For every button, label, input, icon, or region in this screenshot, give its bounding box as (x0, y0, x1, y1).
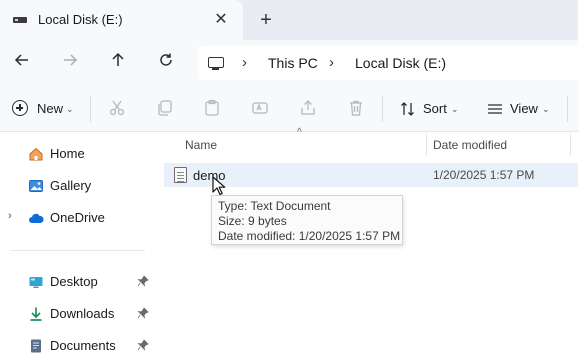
mouse-cursor-icon (212, 176, 226, 196)
chevron-down-icon: ⌄ (66, 104, 74, 114)
pin-icon[interactable] (137, 339, 149, 351)
tab-bar: Local Disk (E:) ✕ + (0, 0, 578, 40)
navigation-bar: › This PC › Local Disk (E:) (0, 40, 578, 86)
view-list-icon (488, 104, 502, 114)
tab-local-disk[interactable]: Local Disk (E:) ✕ (0, 0, 243, 40)
computer-icon (208, 57, 224, 70)
tooltip-type: Type: Text Document (218, 199, 331, 213)
sidebar-item-home[interactable]: Home (0, 140, 156, 168)
sidebar-item-label: Gallery (50, 178, 92, 193)
column-divider[interactable] (570, 134, 571, 156)
forward-icon[interactable] (57, 50, 83, 76)
sidebar-item-onedrive[interactable]: › OneDrive (0, 204, 156, 232)
chevron-down-icon: ⌄ (542, 104, 550, 114)
sidebar-item-gallery[interactable]: Gallery (0, 172, 156, 200)
chevron-right-icon[interactable]: › (242, 54, 247, 71)
sidebar-item-label: Documents (50, 338, 116, 353)
sidebar-item-label: Downloads (50, 306, 115, 321)
close-icon[interactable]: ✕ (212, 11, 230, 29)
delete-icon[interactable] (346, 99, 366, 119)
sidebar-item-desktop[interactable]: Desktop (0, 268, 156, 296)
file-tooltip: Type: Text Document Size: 9 bytes Date m… (211, 195, 403, 245)
divider (10, 250, 145, 251)
new-tab-icon[interactable]: + (256, 10, 276, 30)
drive-icon (13, 17, 27, 23)
sort-label: Sort (423, 101, 447, 116)
copy-icon[interactable] (155, 99, 175, 119)
chevron-down-icon: ⌄ (451, 104, 459, 114)
command-bar: New ⌄ Sort ⌄ View ⌄ (0, 86, 578, 132)
chevron-right-icon[interactable]: › (329, 54, 334, 71)
home-icon (28, 146, 44, 162)
new-label: New (37, 101, 64, 116)
tooltip-size: Size: 9 bytes (218, 214, 287, 228)
sort-button[interactable]: Sort ⌄ (398, 98, 462, 120)
cut-icon[interactable] (107, 99, 127, 119)
pin-icon[interactable] (137, 275, 149, 287)
navigation-pane: Home Gallery › OneDrive Desktop Download… (0, 132, 156, 363)
sidebar-item-downloads[interactable]: Downloads (0, 300, 156, 328)
back-icon[interactable] (9, 50, 35, 76)
column-header-date-modified[interactable]: Date modified (433, 138, 507, 152)
paste-icon[interactable] (202, 99, 222, 119)
file-list: ^ Name Date modified demo 1/20/2025 1:57… (156, 127, 578, 363)
column-header-name[interactable]: Name (185, 138, 217, 152)
sidebar-item-documents[interactable]: Documents (0, 332, 156, 360)
chevron-right-icon[interactable]: › (8, 210, 12, 222)
tooltip-date: Date modified: 1/20/2025 1:57 PM (218, 229, 401, 243)
documents-folder-icon (28, 338, 44, 354)
rename-icon[interactable] (250, 99, 270, 119)
plus-circle-icon (12, 100, 28, 116)
text-document-icon (174, 167, 187, 183)
sidebar-item-label: Home (50, 146, 85, 161)
tab-title: Local Disk (E:) (38, 12, 123, 27)
desktop-folder-icon (28, 274, 44, 290)
sidebar-item-label: Desktop (50, 274, 98, 289)
divider (567, 96, 568, 122)
cloud-icon (28, 210, 44, 226)
breadcrumb-local-disk[interactable]: Local Disk (E:) (355, 55, 446, 71)
column-divider[interactable] (426, 134, 427, 156)
sidebar-item-label: OneDrive (50, 210, 105, 225)
view-button[interactable]: View ⌄ (485, 98, 553, 120)
file-row[interactable]: demo 1/20/2025 1:57 PM (164, 163, 578, 187)
refresh-icon[interactable] (153, 50, 179, 76)
view-label: View (510, 101, 538, 116)
gallery-icon (28, 178, 44, 194)
up-icon[interactable] (105, 50, 131, 76)
sort-ascending-icon: ^ (297, 127, 302, 138)
share-icon[interactable] (298, 99, 318, 119)
breadcrumb-this-pc[interactable]: This PC (268, 55, 318, 71)
downloads-folder-icon (28, 306, 44, 322)
divider (382, 96, 383, 122)
sort-icon (401, 102, 414, 116)
divider (90, 96, 91, 122)
pin-icon[interactable] (137, 307, 149, 319)
address-bar[interactable]: › This PC › Local Disk (E:) (198, 46, 578, 80)
file-date-modified: 1/20/2025 1:57 PM (433, 168, 535, 182)
